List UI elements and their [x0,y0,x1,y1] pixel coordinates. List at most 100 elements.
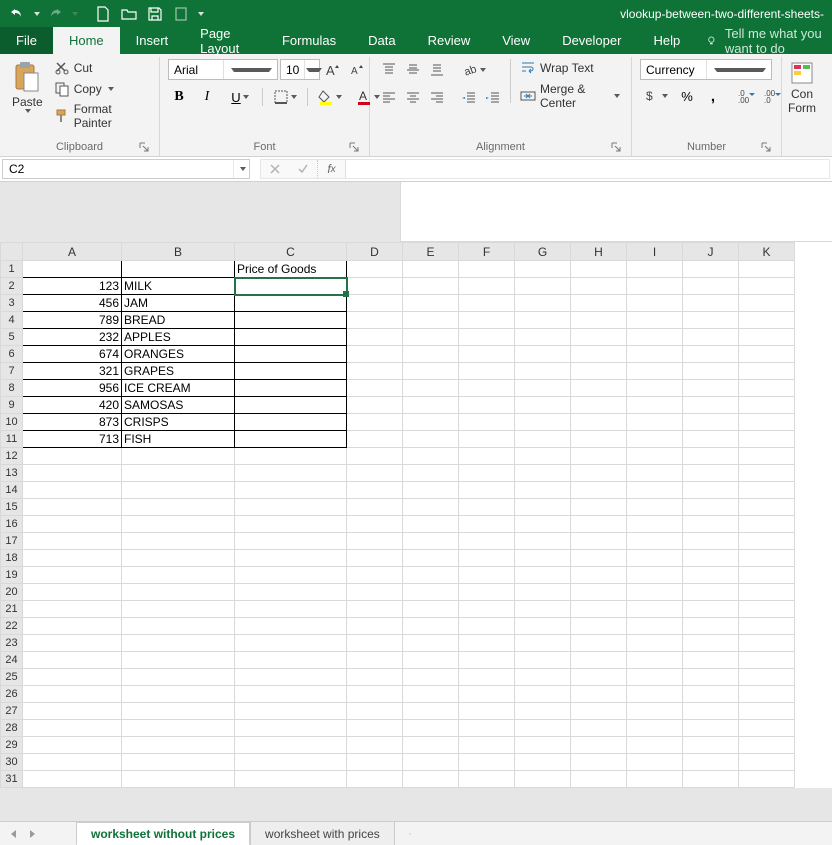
cell-J12[interactable] [683,448,739,465]
col-header-A[interactable]: A [23,243,122,261]
row-header-7[interactable]: 7 [1,363,23,380]
cell-H7[interactable] [571,363,627,380]
quick-print-icon[interactable] [170,3,192,25]
cell-J15[interactable] [683,499,739,516]
cell-F25[interactable] [459,669,515,686]
cell-E28[interactable] [403,720,459,737]
cell-B26[interactable] [122,686,235,703]
cell-A20[interactable] [23,584,122,601]
row-header-18[interactable]: 18 [1,550,23,567]
cell-H19[interactable] [571,567,627,584]
cell-E15[interactable] [403,499,459,516]
cell-E30[interactable] [403,754,459,771]
cell-A23[interactable] [23,635,122,652]
cell-H17[interactable] [571,533,627,550]
cell-G18[interactable] [515,550,571,567]
cell-C7[interactable] [235,363,347,380]
cell-F15[interactable] [459,499,515,516]
cell-F22[interactable] [459,618,515,635]
cell-B17[interactable] [122,533,235,550]
cell-K31[interactable] [739,771,795,788]
cell-D28[interactable] [347,720,403,737]
clipboard-launcher[interactable] [139,142,151,154]
cell-F29[interactable] [459,737,515,754]
cell-I5[interactable] [627,329,683,346]
row-header-1[interactable]: 1 [1,261,23,278]
cell-G9[interactable] [515,397,571,414]
cell-A6[interactable]: 674 [23,346,122,363]
cell-A26[interactable] [23,686,122,703]
cell-D11[interactable] [347,431,403,448]
cell-B6[interactable]: ORANGES [122,346,235,363]
cell-D18[interactable] [347,550,403,567]
cell-B28[interactable] [122,720,235,737]
cell-E29[interactable] [403,737,459,754]
formula-cancel-button[interactable] [261,160,289,178]
tab-data[interactable]: Data [352,27,411,54]
align-middle-icon[interactable] [402,59,424,81]
select-all-corner[interactable] [1,243,23,261]
cell-J9[interactable] [683,397,739,414]
cell-D8[interactable] [347,380,403,397]
cell-J4[interactable] [683,312,739,329]
cell-K24[interactable] [739,652,795,669]
cell-C27[interactable] [235,703,347,720]
cell-H26[interactable] [571,686,627,703]
cell-G8[interactable] [515,380,571,397]
cell-I26[interactable] [627,686,683,703]
cell-H14[interactable] [571,482,627,499]
cell-G19[interactable] [515,567,571,584]
cell-K30[interactable] [739,754,795,771]
cell-G29[interactable] [515,737,571,754]
cell-E26[interactable] [403,686,459,703]
cell-J26[interactable] [683,686,739,703]
cell-B31[interactable] [122,771,235,788]
cell-B19[interactable] [122,567,235,584]
cell-C30[interactable] [235,754,347,771]
cell-K13[interactable] [739,465,795,482]
cell-J29[interactable] [683,737,739,754]
cell-B13[interactable] [122,465,235,482]
cell-C2[interactable] [235,278,347,295]
cell-D21[interactable] [347,601,403,618]
cell-K20[interactable] [739,584,795,601]
cell-K29[interactable] [739,737,795,754]
cell-H6[interactable] [571,346,627,363]
col-header-F[interactable]: F [459,243,515,261]
cell-B24[interactable] [122,652,235,669]
cell-H13[interactable] [571,465,627,482]
cell-F7[interactable] [459,363,515,380]
cell-C14[interactable] [235,482,347,499]
cell-H18[interactable] [571,550,627,567]
cell-H10[interactable] [571,414,627,431]
cell-C4[interactable] [235,312,347,329]
cell-D20[interactable] [347,584,403,601]
cell-K7[interactable] [739,363,795,380]
cell-H21[interactable] [571,601,627,618]
cell-A21[interactable] [23,601,122,618]
cell-A24[interactable] [23,652,122,669]
cell-I18[interactable] [627,550,683,567]
cell-J1[interactable] [683,261,739,278]
cell-H22[interactable] [571,618,627,635]
cell-J6[interactable] [683,346,739,363]
underline-button[interactable]: U [224,86,256,108]
cell-D13[interactable] [347,465,403,482]
cell-B14[interactable] [122,482,235,499]
col-header-J[interactable]: J [683,243,739,261]
cell-A22[interactable] [23,618,122,635]
cell-E16[interactable] [403,516,459,533]
cell-F1[interactable] [459,261,515,278]
cell-H3[interactable] [571,295,627,312]
cell-G25[interactable] [515,669,571,686]
cell-C6[interactable] [235,346,347,363]
cell-H1[interactable] [571,261,627,278]
row-header-27[interactable]: 27 [1,703,23,720]
cell-E5[interactable] [403,329,459,346]
cell-A8[interactable]: 956 [23,380,122,397]
cell-G15[interactable] [515,499,571,516]
row-header-31[interactable]: 31 [1,771,23,788]
row-header-10[interactable]: 10 [1,414,23,431]
cell-K12[interactable] [739,448,795,465]
new-file-icon[interactable] [92,3,114,25]
